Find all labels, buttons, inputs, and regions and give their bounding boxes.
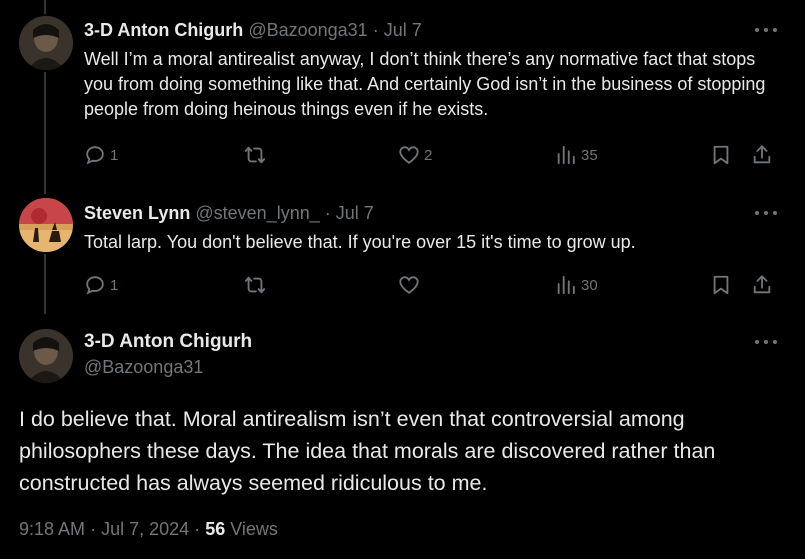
- views-label: Views: [230, 519, 278, 539]
- thread-line: [44, 254, 46, 314]
- tweet-date[interactable]: Jul 7, 2024: [101, 519, 189, 539]
- bookmark-icon: [713, 145, 729, 165]
- share-icon: [753, 275, 771, 294]
- retweet-icon: [244, 276, 266, 294]
- retweet-icon: [244, 146, 266, 164]
- like-button[interactable]: 2: [398, 144, 432, 166]
- avatar-image: [19, 16, 73, 70]
- views-count: 35: [581, 146, 598, 164]
- more-icon[interactable]: [755, 26, 777, 34]
- tweet-text: Well I’m a moral antirealist anyway, I d…: [84, 49, 766, 119]
- share-button[interactable]: [751, 144, 773, 166]
- avatar-image: [19, 329, 73, 383]
- reply-icon: [86, 146, 104, 165]
- bookmark-icon: [713, 275, 729, 295]
- thread-line: [44, 72, 46, 194]
- conversation-thread: 3-D Anton Chigurh @Bazoonga31 · Jul 7 We…: [0, 0, 805, 559]
- avatar[interactable]: [19, 198, 73, 252]
- separator: ·: [90, 519, 97, 539]
- reply-button[interactable]: 1: [84, 144, 118, 166]
- avatar-image: [19, 198, 73, 252]
- heart-icon: [399, 276, 419, 294]
- tweet-header: 3-D Anton Chigurh @Bazoonga31 · Jul 7: [84, 19, 422, 41]
- views-icon: [557, 145, 575, 165]
- tweet-date[interactable]: Jul 7: [384, 20, 422, 40]
- reply-count: 1: [110, 146, 119, 164]
- views-icon: [557, 275, 575, 295]
- avatar[interactable]: [19, 16, 73, 70]
- separator: ·: [372, 20, 379, 40]
- tweet-time[interactable]: 9:18 AM: [19, 519, 85, 539]
- tweet-text: I do believe that. Moral antirealism isn…: [19, 407, 716, 495]
- author-name[interactable]: 3-D Anton Chigurh: [84, 331, 252, 353]
- like-count: 2: [424, 146, 433, 164]
- author-handle[interactable]: @Bazoonga31: [84, 357, 203, 378]
- author-handle[interactable]: @steven_lynn_: [195, 203, 319, 223]
- reply-count: 1: [110, 276, 119, 294]
- tweet-date[interactable]: Jul 7: [336, 203, 374, 223]
- tweet-text: Total larp. You don't believe that. If y…: [84, 232, 636, 252]
- separator: ·: [194, 519, 201, 539]
- share-icon: [753, 145, 771, 164]
- retweet-button[interactable]: [243, 144, 271, 166]
- bookmark-button[interactable]: [710, 144, 732, 166]
- thread-line: [44, 0, 46, 14]
- bookmark-button[interactable]: [710, 274, 732, 296]
- author-name[interactable]: 3-D Anton Chigurh: [84, 20, 243, 40]
- views-count: 30: [581, 276, 598, 294]
- tweet-header: Steven Lynn @steven_lynn_ · Jul 7: [84, 202, 374, 224]
- like-button[interactable]: [398, 274, 424, 296]
- views-count: 56: [205, 519, 226, 539]
- more-icon[interactable]: [755, 209, 777, 217]
- author-handle[interactable]: @Bazoonga31: [248, 20, 367, 40]
- reply-button[interactable]: 1: [84, 274, 118, 296]
- retweet-button[interactable]: [243, 274, 271, 296]
- share-button[interactable]: [751, 274, 773, 296]
- separator: ·: [324, 203, 331, 223]
- author-name[interactable]: Steven Lynn: [84, 203, 190, 223]
- avatar[interactable]: [19, 329, 73, 383]
- tweet-meta: 9:18 AM · Jul 7, 2024 · 56 Views: [19, 519, 278, 540]
- views-button[interactable]: 30: [555, 274, 598, 296]
- reply-icon: [86, 276, 104, 295]
- more-icon[interactable]: [755, 338, 777, 346]
- views-button[interactable]: 35: [555, 144, 598, 166]
- heart-icon: [399, 146, 419, 164]
